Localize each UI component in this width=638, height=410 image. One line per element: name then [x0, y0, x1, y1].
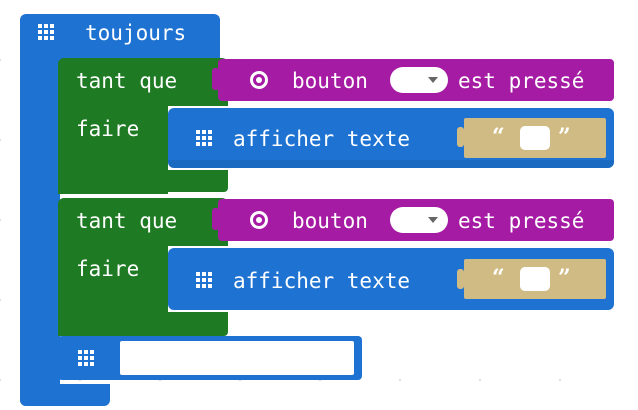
while-block-footer	[58, 170, 228, 192]
text-notch	[457, 127, 464, 147]
condition-suffix: est pressé	[458, 69, 585, 93]
show-text-label: afficher texte	[233, 269, 411, 293]
text-notch	[457, 269, 464, 289]
text-value-field[interactable]	[520, 126, 550, 150]
open-quote: “	[492, 265, 505, 291]
grid-icon	[196, 130, 212, 146]
show-text-label: afficher texte	[233, 127, 411, 151]
condition-suffix: est pressé	[458, 209, 585, 233]
button-dropdown[interactable]	[390, 67, 448, 93]
grid-icon	[38, 24, 54, 40]
forever-block-bottom	[20, 384, 110, 406]
chevron-down-icon	[428, 217, 438, 223]
close-quote: ”	[558, 124, 571, 150]
radio-icon	[250, 71, 268, 89]
forever-block-spine	[20, 60, 60, 406]
while-label: tant que	[76, 69, 178, 93]
condition-prefix: bouton	[292, 69, 368, 93]
condition-prefix: bouton	[292, 209, 368, 233]
open-quote: “	[492, 124, 505, 150]
grid-icon	[78, 350, 94, 366]
do-label: faire	[76, 257, 140, 281]
do-label: faire	[76, 117, 140, 141]
while-label: tant que	[76, 209, 178, 233]
button-dropdown[interactable]	[390, 207, 448, 233]
show-text-block-shadow	[168, 160, 614, 168]
forever-label: toujours	[85, 21, 187, 45]
while-block-footer	[58, 312, 228, 336]
grid-icon	[196, 272, 212, 288]
text-value-field[interactable]	[520, 267, 550, 291]
close-quote: ”	[558, 265, 571, 291]
chevron-down-icon	[428, 77, 438, 83]
radio-icon	[250, 211, 268, 229]
trailing-input[interactable]	[120, 341, 354, 375]
